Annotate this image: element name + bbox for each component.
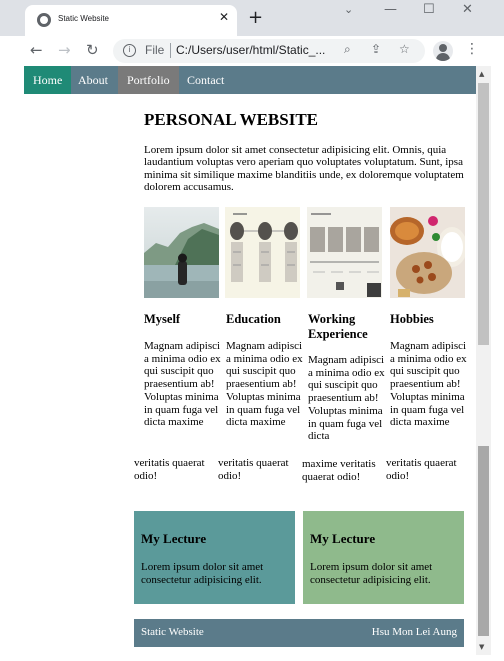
tab-strip: Static Website ✕ + ⌄ — ☐ ✕ <box>0 0 504 36</box>
tab-title: Static Website <box>58 14 109 23</box>
hobbies-photo <box>390 207 465 298</box>
profile-avatar-icon[interactable] <box>433 41 453 61</box>
lecture-text: Lorem ipsum dolor sit amet consectetur a… <box>310 561 433 586</box>
url-text[interactable]: C:/Users/user/html/Static_... <box>176 43 325 57</box>
address-bar[interactable]: i File C:/Users/user/html/Static_... ⌕ ⇪… <box>113 39 425 63</box>
working-experience-heading: Working Experience <box>308 312 368 341</box>
intro-paragraph: Lorem ipsum dolor sit amet consectetur a… <box>144 144 464 194</box>
tab-search-chevron-icon[interactable]: ⌄ <box>344 3 353 16</box>
minimize-button[interactable]: — <box>384 2 397 17</box>
browser-tab[interactable]: Static Website ✕ <box>25 5 237 36</box>
menu-kebab-icon[interactable]: ⋮ <box>465 41 479 57</box>
myself-heading: Myself <box>144 312 181 326</box>
close-window-button[interactable]: ✕ <box>462 2 473 17</box>
page-viewport: Home About Portfolio Contact PERSONAL WE… <box>24 66 476 655</box>
url-separator <box>170 43 171 58</box>
bookmark-star-icon[interactable]: ☆ <box>399 42 410 56</box>
lecture-card: My Lecture Lorem ipsum dolor sit amet co… <box>134 511 295 604</box>
scrollbar-track-shade <box>478 446 489 636</box>
scroll-up-arrow-icon[interactable]: ▲ <box>479 70 484 78</box>
hobbies-text: Magnam adipisci a minima odio ex qui sus… <box>390 340 467 429</box>
new-tab-button[interactable]: + <box>248 7 263 28</box>
zoom-icon[interactable]: ⌕ <box>344 42 351 57</box>
hobbies-heading: Hobbies <box>390 312 434 326</box>
url-scheme-label: File <box>145 43 165 57</box>
education-photo <box>225 207 300 298</box>
nav-contact[interactable]: Contact <box>178 66 233 94</box>
close-tab-icon[interactable]: ✕ <box>219 10 229 24</box>
reload-button[interactable]: ↻ <box>86 41 99 59</box>
browser-toolbar: ← → ↻ i File C:/Users/user/html/Static_.… <box>0 36 504 66</box>
page-scrollbar[interactable]: ▲ ▼ <box>476 66 491 655</box>
lecture-title: My Lecture <box>141 531 207 546</box>
education-text: Magnam adipisci a minima odio ex qui sus… <box>226 340 303 429</box>
myself-text-tail: veritatis quaerat odio! <box>134 457 205 482</box>
scrollbar-thumb[interactable] <box>478 83 489 345</box>
working-experience-text: Magnam adipisci a minima odio ex qui sus… <box>308 354 385 443</box>
education-text-tail: veritatis quaerat odio! <box>218 457 289 482</box>
lecture-card: My Lecture Lorem ipsum dolor sit amet co… <box>303 511 464 604</box>
page-title: PERSONAL WEBSITE <box>144 110 319 129</box>
working-experience-text-tail: maxime veritatis quaerat odio! <box>302 458 376 483</box>
back-button[interactable]: ← <box>30 41 43 59</box>
lecture-text: Lorem ipsum dolor sit amet consectetur a… <box>141 561 264 586</box>
nav-home[interactable]: Home <box>24 66 72 94</box>
nav-about[interactable]: About <box>69 66 117 94</box>
footer-site-name: Static Website <box>141 626 204 638</box>
education-heading: Education <box>226 312 281 326</box>
nav-portfolio[interactable]: Portfolio <box>118 66 179 94</box>
working-experience-photo <box>307 207 382 298</box>
lecture-title: My Lecture <box>310 531 376 546</box>
maximize-button[interactable]: ☐ <box>423 2 435 17</box>
myself-text: Magnam adipisci a minima odio ex qui sus… <box>144 340 221 429</box>
myself-photo <box>144 207 219 298</box>
globe-icon <box>37 13 51 27</box>
info-icon[interactable]: i <box>123 44 136 57</box>
scroll-down-arrow-icon[interactable]: ▼ <box>479 643 484 651</box>
hobbies-text-tail: veritatis quaerat odio! <box>386 457 457 482</box>
share-icon[interactable]: ⇪ <box>371 42 381 56</box>
forward-button[interactable]: → <box>58 41 71 59</box>
footer-author: Hsu Mon Lei Aung <box>371 626 457 638</box>
top-navigation: Home About Portfolio Contact <box>24 66 476 94</box>
page-footer: Static Website Hsu Mon Lei Aung <box>134 619 464 647</box>
